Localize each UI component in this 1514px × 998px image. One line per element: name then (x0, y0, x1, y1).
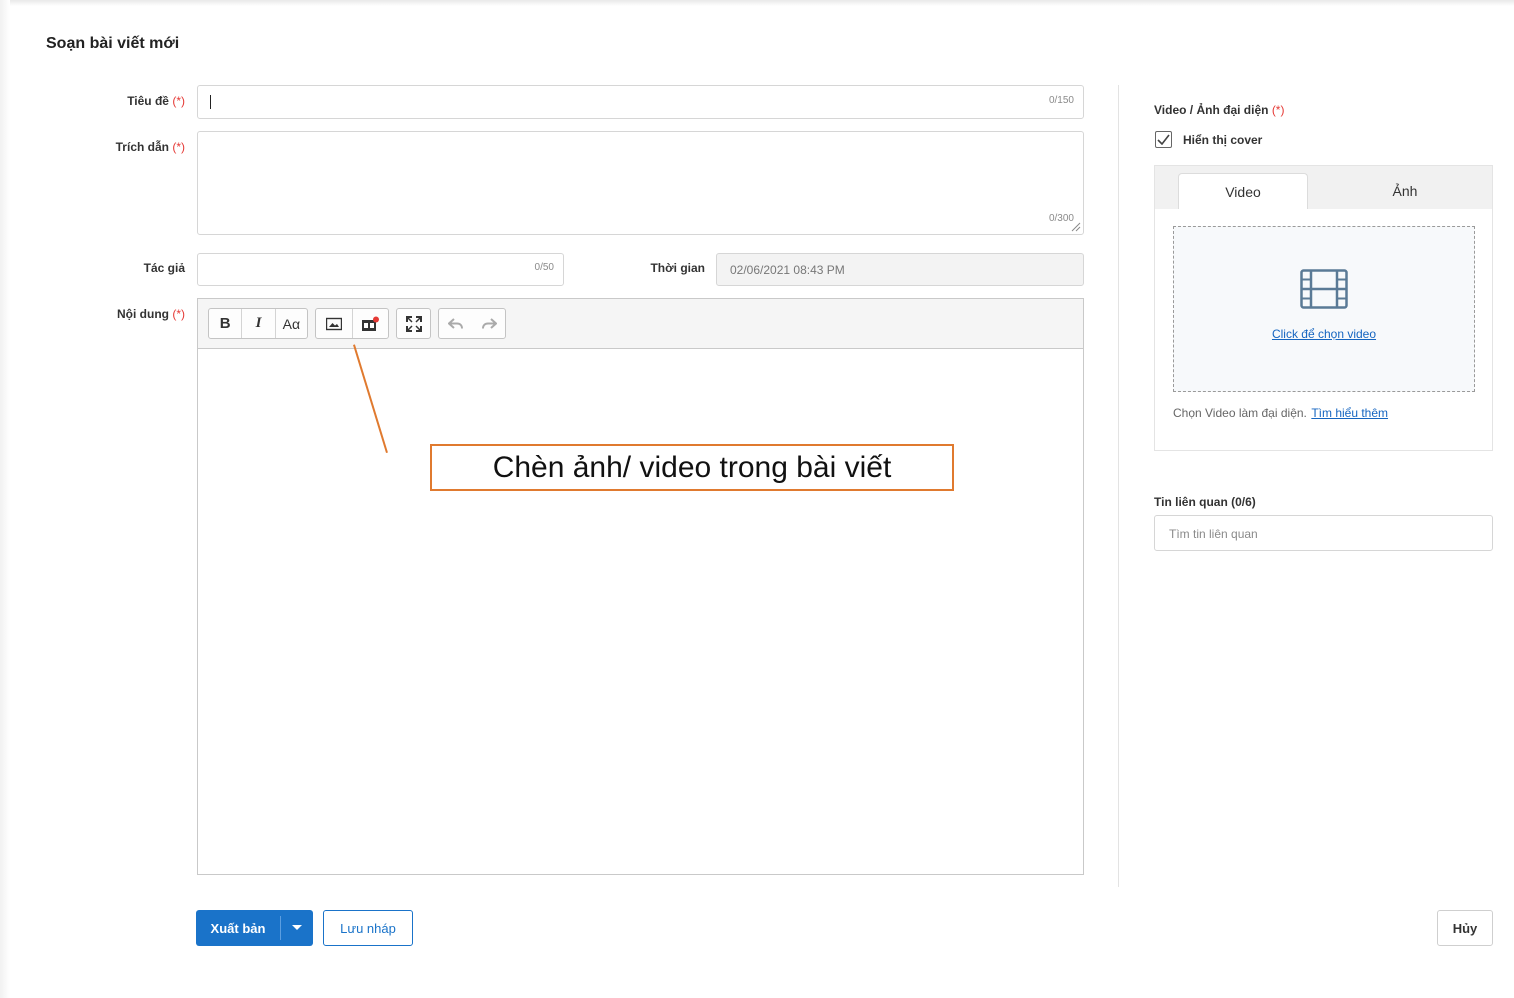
time-input[interactable]: 02/06/2021 08:43 PM (716, 253, 1084, 286)
font-size-button[interactable]: Aα (274, 309, 307, 338)
insert-video-button[interactable] (351, 309, 389, 338)
tab-panel-video: Click để chọn video Chọn Video làm đại d… (1155, 209, 1492, 450)
left-shadow (0, 0, 10, 998)
insert-image-button[interactable] (316, 309, 352, 338)
related-search-field[interactable] (1154, 515, 1493, 551)
video-dropzone[interactable]: Click để chọn video (1173, 226, 1475, 392)
required-mark: (*) (172, 307, 185, 321)
undo-button[interactable] (439, 309, 472, 338)
title-label: Tiêu đề (*) (45, 94, 185, 108)
format-group: B I Aα (208, 308, 308, 339)
video-icon (362, 316, 380, 331)
text-caret (210, 95, 211, 109)
publish-button[interactable]: Xuất bản (196, 910, 280, 946)
time-value: 02/06/2021 08:43 PM (730, 263, 845, 277)
publish-dropdown-button[interactable] (281, 910, 313, 946)
history-group (438, 308, 506, 339)
italic-button[interactable]: I (241, 309, 274, 338)
cover-label: Video / Ảnh đại diện (*) (1154, 103, 1284, 117)
cancel-button[interactable]: Hủy (1437, 910, 1493, 946)
time-label: Thời gian (650, 261, 705, 275)
excerpt-label: Trích dẫn (*) (45, 140, 185, 154)
author-label: Tác giả (143, 261, 185, 275)
excerpt-label-text: Trích dẫn (115, 140, 169, 154)
required-mark: (*) (172, 94, 185, 108)
publish-split-button: Xuất bản (196, 910, 313, 946)
caret-down-icon (292, 925, 302, 930)
check-icon (1157, 134, 1170, 145)
title-counter: 0/150 (1048, 95, 1074, 106)
resize-handle-icon[interactable] (1071, 222, 1081, 232)
related-label: Tin liên quan (0/6) (1154, 495, 1256, 509)
cover-tabs: Video Ảnh Click để chọn video Chọn Video… (1154, 165, 1493, 451)
content-editor: B I Aα (197, 298, 1084, 875)
required-mark: (*) (1271, 103, 1285, 117)
title-label-text: Tiêu đề (127, 94, 169, 108)
excerpt-textarea[interactable]: 0/300 (197, 131, 1084, 235)
show-cover-checkbox[interactable] (1155, 131, 1172, 148)
content-label-text: Nội dung (117, 307, 169, 321)
cover-label-text: Video / Ảnh đại diện (1154, 103, 1269, 117)
editor-toolbar: B I Aα (198, 299, 1083, 349)
author-input[interactable]: 0/50 (197, 253, 564, 286)
tab-bar: Video Ảnh (1155, 166, 1492, 209)
film-icon (1300, 269, 1348, 309)
top-shadow (0, 0, 1514, 6)
editor-body[interactable] (198, 349, 1083, 874)
title-input[interactable]: 0/150 (197, 85, 1084, 119)
fullscreen-icon (405, 315, 422, 332)
page-title: Soạn bài viết mới (46, 35, 180, 52)
author-counter: 0/50 (534, 262, 554, 273)
bold-button[interactable]: B (209, 309, 241, 338)
undo-icon (447, 317, 463, 329)
fullscreen-button[interactable] (397, 309, 430, 338)
content-label: Nội dung (*) (45, 307, 185, 321)
view-group (396, 308, 431, 339)
cover-hint: Chọn Video làm đại diện. Tìm hiểu thêm (1173, 404, 1388, 422)
learn-more-link[interactable]: Tìm hiểu thêm (1311, 406, 1388, 420)
choose-video-link[interactable]: Click để chọn video (1174, 327, 1474, 341)
show-cover-label: Hiển thị cover (1183, 132, 1263, 147)
save-draft-button[interactable]: Lưu nháp (323, 910, 413, 946)
redo-icon (481, 317, 497, 329)
required-mark: (*) (172, 140, 185, 154)
image-icon (325, 317, 342, 330)
related-search-input[interactable] (1167, 526, 1471, 542)
redo-button[interactable] (472, 309, 505, 338)
tab-image[interactable]: Ảnh (1340, 173, 1470, 209)
column-divider (1118, 85, 1119, 887)
callout-box: Chèn ảnh/ video trong bài viết (430, 444, 954, 491)
media-group (315, 308, 389, 339)
show-cover-option[interactable]: Hiển thị cover (1155, 131, 1262, 148)
tab-video[interactable]: Video (1178, 173, 1308, 209)
cover-hint-text: Chọn Video làm đại diện. (1173, 406, 1307, 420)
